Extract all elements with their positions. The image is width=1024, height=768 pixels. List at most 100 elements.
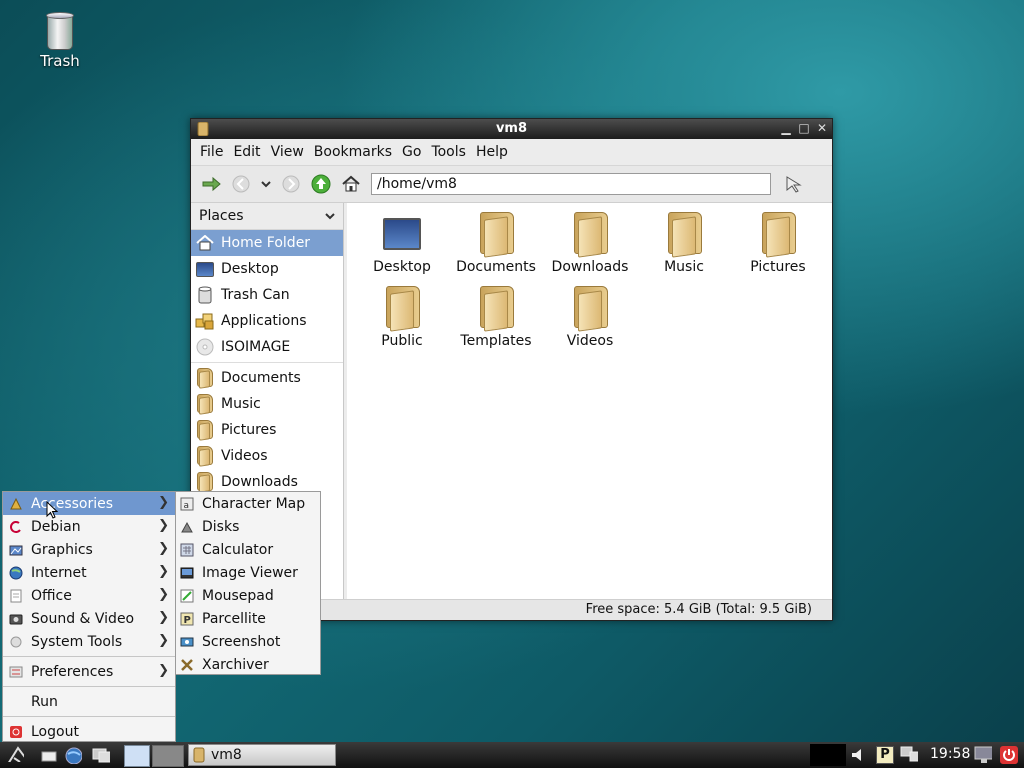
show-desktop-icon[interactable]	[92, 746, 110, 764]
sidebar-item-home-folder[interactable]: Home Folder	[191, 230, 343, 256]
sidebar-item-documents[interactable]: Documents	[191, 365, 343, 391]
folder-icon	[476, 209, 516, 259]
sidebar-item-label: Videos	[221, 448, 268, 464]
file-item-desktop[interactable]: Desktop	[355, 209, 449, 283]
folder-icon	[382, 283, 422, 333]
menu-item-internet[interactable]: Internet ❯	[3, 561, 175, 584]
sidebar-item-desktop[interactable]: Desktop	[191, 256, 343, 282]
svg-text:P: P	[184, 615, 191, 626]
minimize-button[interactable]: ▁	[780, 121, 792, 135]
menu-item-accessories[interactable]: Accessories ❯	[3, 492, 175, 515]
file-item-templates[interactable]: Templates	[449, 283, 543, 357]
menu-bookmarks[interactable]: Bookmarks	[309, 144, 397, 160]
file-view[interactable]: Desktop Documents Downloads Music Pictur…	[347, 203, 832, 600]
menubar: File Edit View Bookmarks Go Tools Help	[191, 139, 832, 166]
clock[interactable]: 19:58	[930, 746, 970, 762]
file-item-public[interactable]: Public	[355, 283, 449, 357]
file-item-label: Downloads	[551, 259, 629, 275]
volume-icon[interactable]	[850, 746, 868, 764]
menu-item-calculator[interactable]: Calculator	[176, 538, 320, 561]
disks-icon	[180, 520, 194, 534]
system-tools-icon	[9, 635, 23, 649]
menu-file[interactable]: File	[195, 144, 228, 160]
menu-tools[interactable]: Tools	[426, 144, 471, 160]
menu-item-label: Accessories	[31, 495, 114, 512]
chevron-right-icon: ❯	[158, 633, 169, 648]
menu-help[interactable]: Help	[471, 144, 513, 160]
workspace-1-button[interactable]	[124, 745, 150, 767]
folder-icon	[664, 209, 704, 259]
menu-item-run[interactable]: Run	[3, 690, 175, 713]
screenshot-icon	[180, 635, 194, 649]
menu-item-office[interactable]: Office ❯	[3, 584, 175, 607]
sidebar-item-pictures[interactable]: Pictures	[191, 417, 343, 443]
sidebar-item-music[interactable]: Music	[191, 391, 343, 417]
close-button[interactable]: ✕	[816, 121, 828, 135]
forward-button[interactable]	[279, 172, 303, 196]
window-titlebar[interactable]: vm8 ▁ □ ✕	[191, 119, 832, 139]
file-manager-launcher-icon[interactable]	[40, 746, 58, 764]
maximize-button[interactable]: □	[798, 121, 810, 135]
parcellite-icon: P	[180, 612, 194, 626]
menu-item-image-viewer[interactable]: Image Viewer	[176, 561, 320, 584]
toolbar: /home/vm8	[191, 166, 832, 203]
sidebar-item-label: Applications	[221, 313, 307, 329]
address-input[interactable]: /home/vm8	[371, 173, 771, 195]
taskbar-task-vm8[interactable]: vm8	[188, 744, 336, 766]
up-button[interactable]	[309, 172, 333, 196]
menu-item-character-map[interactable]: a Character Map	[176, 492, 320, 515]
sidebar-item-applications[interactable]: Applications	[191, 308, 343, 334]
menu-item-xarchiver[interactable]: Xarchiver	[176, 653, 320, 676]
file-item-label: Documents	[456, 259, 536, 275]
graphics-icon	[9, 543, 23, 557]
menu-item-parcellite[interactable]: P Parcellite	[176, 607, 320, 630]
menu-go[interactable]: Go	[397, 144, 426, 160]
menu-item-sound-video[interactable]: Sound & Video ❯	[3, 607, 175, 630]
taskbar: vm8 P 19:58	[0, 742, 1024, 768]
menu-item-label: Disks	[202, 518, 240, 535]
menu-separator	[3, 686, 175, 687]
file-item-videos[interactable]: Videos	[543, 283, 637, 357]
menu-item-label: System Tools	[31, 633, 123, 650]
back-button[interactable]	[229, 172, 253, 196]
new-tab-button[interactable]	[199, 172, 223, 196]
home-icon	[195, 234, 215, 252]
mouse-pointer-icon	[46, 501, 58, 519]
menu-item-debian[interactable]: Debian ❯	[3, 515, 175, 538]
menu-item-mousepad[interactable]: Mousepad	[176, 584, 320, 607]
chevron-right-icon: ❯	[158, 610, 169, 625]
applications-icon	[195, 312, 215, 330]
menu-item-logout[interactable]: Logout	[3, 720, 175, 743]
forward-icon	[282, 175, 300, 193]
sidebar-header[interactable]: Places	[191, 203, 343, 230]
display-icon[interactable]	[974, 746, 992, 764]
workspace-2-button[interactable]	[152, 745, 184, 767]
start-menu-icon[interactable]	[6, 744, 24, 762]
file-item-downloads[interactable]: Downloads	[543, 209, 637, 283]
file-item-label: Music	[664, 259, 704, 275]
power-icon[interactable]	[1000, 746, 1018, 764]
menu-item-disks[interactable]: Disks	[176, 515, 320, 538]
sidebar-item-trash-can[interactable]: Trash Can	[191, 282, 343, 308]
menu-item-screenshot[interactable]: Screenshot	[176, 630, 320, 653]
browser-launcher-icon[interactable]	[64, 746, 82, 764]
menu-item-label: Image Viewer	[202, 564, 298, 581]
menu-item-graphics[interactable]: Graphics ❯	[3, 538, 175, 561]
cpu-monitor	[810, 744, 846, 766]
file-item-music[interactable]: Music	[637, 209, 731, 283]
sidebar-item-isoimage[interactable]: ISOIMAGE	[191, 334, 343, 360]
menu-view[interactable]: View	[266, 144, 309, 160]
go-button[interactable]	[781, 172, 805, 196]
menu-edit[interactable]: Edit	[228, 144, 265, 160]
home-button[interactable]	[339, 172, 363, 196]
image-viewer-icon	[180, 566, 194, 580]
menu-item-system-tools[interactable]: System Tools ❯	[3, 630, 175, 653]
file-item-documents[interactable]: Documents	[449, 209, 543, 283]
network-icon[interactable]	[900, 746, 918, 764]
desktop-trash[interactable]: Trash	[28, 10, 92, 70]
history-dropdown[interactable]	[259, 172, 273, 196]
sidebar-item-videos[interactable]: Videos	[191, 443, 343, 469]
menu-item-preferences[interactable]: Preferences ❯	[3, 660, 175, 683]
parcellite-tray-icon[interactable]: P	[876, 746, 894, 764]
file-item-pictures[interactable]: Pictures	[731, 209, 825, 283]
